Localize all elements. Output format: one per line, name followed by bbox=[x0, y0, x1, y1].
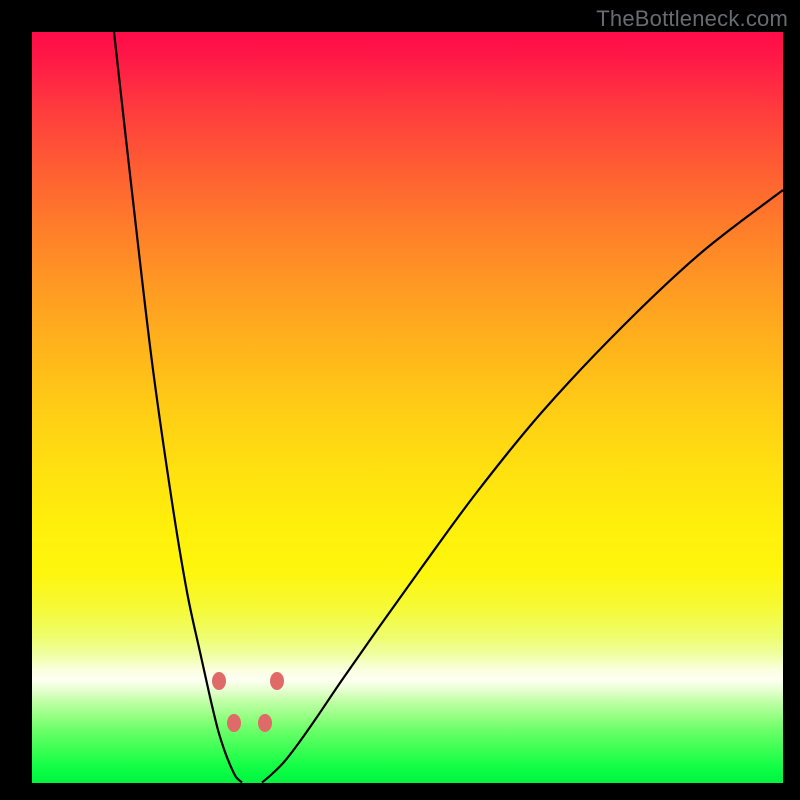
marker-dot bbox=[227, 714, 241, 732]
bottleneck-curve bbox=[32, 32, 783, 783]
watermark-text: TheBottleneck.com bbox=[596, 6, 788, 32]
marker-dot bbox=[270, 672, 284, 690]
curve-right bbox=[262, 190, 783, 783]
chart-frame: TheBottleneck.com bbox=[0, 0, 800, 800]
plot-area bbox=[32, 32, 783, 783]
marker-dot bbox=[258, 714, 272, 732]
marker-dot bbox=[212, 672, 226, 690]
curve-left bbox=[114, 32, 242, 783]
